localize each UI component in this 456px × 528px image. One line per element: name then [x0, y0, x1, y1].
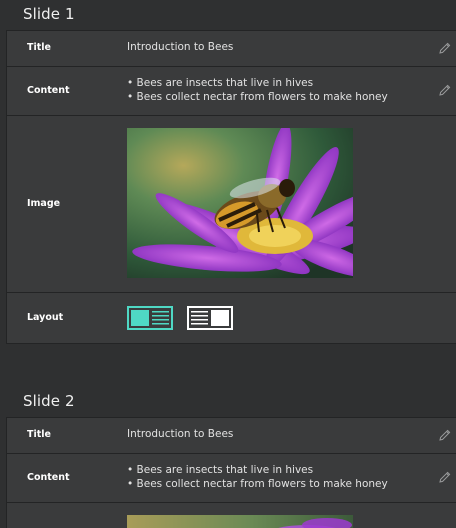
content-bullet: • Bees are insects that live in hives — [127, 464, 314, 476]
title-row: Title Introduction to Bees — [7, 418, 456, 454]
bee-on-flower-image — [127, 515, 353, 528]
layout-label: Layout — [27, 312, 64, 323]
content-row: Content • Bees are insects that live in … — [7, 454, 456, 503]
slide-image[interactable] — [127, 128, 353, 278]
slide-heading: Slide 1 — [23, 5, 75, 23]
content-value[interactable]: • Bees are insects that live in hives • … — [127, 463, 388, 491]
layout-row: Layout — [7, 293, 456, 343]
content-row: Content • Bees are insects that live in … — [7, 67, 456, 116]
slide-card: Title Introduction to Bees Content • Bee… — [6, 30, 456, 344]
content-value[interactable]: • Bees are insects that live in hives • … — [127, 76, 388, 104]
content-bullet: • Bees collect nectar from flowers to ma… — [127, 478, 388, 490]
title-value[interactable]: Introduction to Bees — [127, 41, 233, 53]
pencil-icon[interactable] — [438, 83, 452, 97]
layout-option-image-right[interactable] — [187, 306, 233, 330]
layout-image-left-icon — [131, 310, 169, 326]
slide-card: Title Introduction to Bees Content • Bee… — [6, 417, 456, 528]
pencil-icon[interactable] — [438, 41, 452, 55]
image-row — [7, 503, 456, 528]
image-row: Image — [7, 116, 456, 293]
slide-image[interactable] — [127, 515, 353, 528]
layout-image-right-icon — [191, 310, 229, 326]
title-row: Title Introduction to Bees — [7, 31, 456, 67]
pencil-icon[interactable] — [438, 470, 452, 484]
layout-option-image-left[interactable] — [127, 306, 173, 330]
bee-on-flower-image — [127, 128, 353, 278]
image-label: Image — [27, 198, 61, 209]
content-label: Content — [27, 472, 70, 483]
title-label: Title — [27, 429, 51, 440]
title-value[interactable]: Introduction to Bees — [127, 428, 233, 440]
title-label: Title — [27, 42, 51, 53]
slide-heading: Slide 2 — [23, 392, 75, 410]
content-bullet: • Bees collect nectar from flowers to ma… — [127, 91, 388, 103]
content-bullet: • Bees are insects that live in hives — [127, 77, 314, 89]
pencil-icon[interactable] — [438, 428, 452, 442]
slide-editor: Slide 1 Title Introduction to Bees Conte… — [0, 0, 456, 528]
content-label: Content — [27, 85, 70, 96]
